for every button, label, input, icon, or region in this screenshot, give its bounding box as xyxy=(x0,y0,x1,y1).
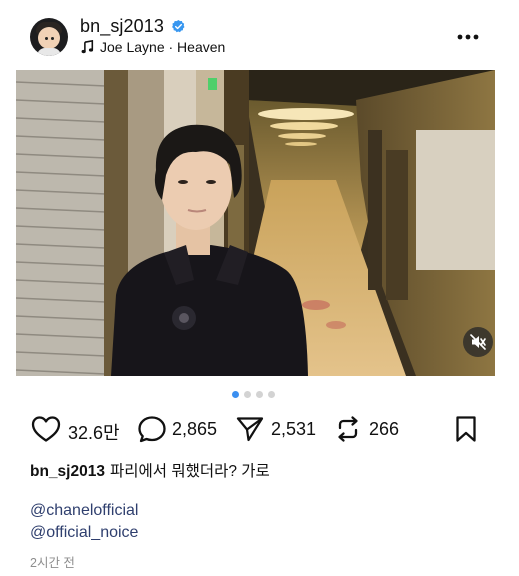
carousel-dot xyxy=(256,391,263,398)
bookmark-icon[interactable] xyxy=(455,415,477,443)
music-note-icon xyxy=(81,40,94,54)
avatar-face xyxy=(38,27,60,49)
mute-button[interactable] xyxy=(463,327,493,357)
post-header: bn_sj2013 Joe Layne · Heaven xyxy=(0,0,519,70)
username[interactable]: bn_sj2013 xyxy=(80,16,164,37)
mute-icon xyxy=(470,334,486,350)
caption-text: 파리에서 뭐했더라? 가로 xyxy=(109,463,270,480)
comment-icon[interactable] xyxy=(137,415,167,443)
carousel-dot xyxy=(244,391,251,398)
comment-count: 2,865 xyxy=(172,419,218,439)
mention-link[interactable]: @official_noice xyxy=(30,524,138,542)
mention-link[interactable]: @chanelofficial xyxy=(30,502,138,520)
song-title[interactable]: Joe Layne · Heaven xyxy=(100,39,225,55)
more-options-icon[interactable] xyxy=(457,34,479,40)
avatar-collar xyxy=(37,48,61,56)
heart-icon[interactable] xyxy=(31,415,61,443)
like-count: 32.6만 xyxy=(68,423,120,443)
carousel-dot-active xyxy=(232,391,239,398)
avatar[interactable] xyxy=(30,18,68,56)
share-icon[interactable] xyxy=(236,416,264,442)
post-timestamp: 2시간 전 xyxy=(30,556,75,570)
verified-badge-icon xyxy=(172,19,185,33)
post-caption: bn_sj2013 파리에서 뭐했더라? 가로 xyxy=(30,459,270,481)
repost-count: 266 xyxy=(369,419,400,439)
avatar-eye xyxy=(45,37,48,40)
post-photo[interactable] xyxy=(16,70,495,376)
carousel-dot xyxy=(268,391,275,398)
repost-icon[interactable] xyxy=(334,415,362,443)
share-count: 2,531 xyxy=(271,419,317,439)
photo-illustration xyxy=(16,70,495,376)
avatar-eye xyxy=(51,37,54,40)
caption-username[interactable]: bn_sj2013 xyxy=(30,463,105,480)
